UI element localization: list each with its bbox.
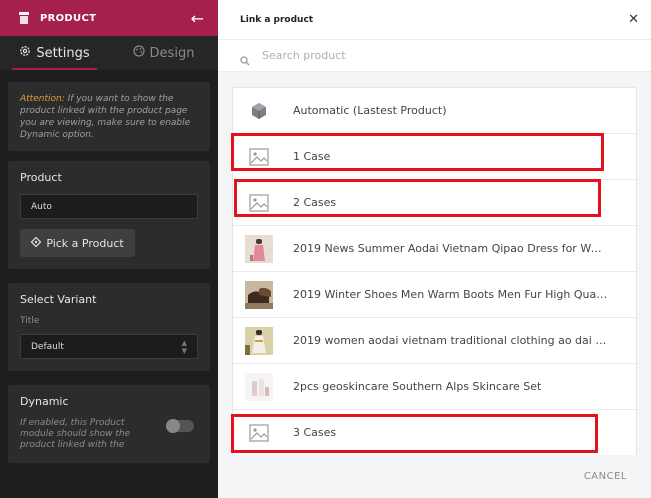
variant-section-title: Select Variant (20, 293, 97, 306)
modal-footer: CANCEL (218, 455, 651, 498)
modal-header: Link a product ✕ (218, 0, 651, 40)
product-thumbnail (245, 372, 273, 401)
list-item[interactable]: 2 Cases (233, 180, 636, 226)
dynamic-section-title: Dynamic (20, 395, 69, 408)
modal-title: Link a product (240, 14, 314, 25)
list-item[interactable]: 2019 Winter Shoes Men Warm Boots Men Fur… (233, 272, 636, 318)
box-icon (245, 97, 273, 125)
pick-product-button[interactable]: Pick a Product (20, 229, 135, 257)
product-field-value: Auto (31, 201, 52, 212)
product-section: Product Auto Pick a Product (8, 161, 210, 269)
chevron-updown-icon: ▲ ▼ (181, 338, 187, 355)
tab-design[interactable]: Design (109, 36, 218, 70)
image-placeholder-icon (245, 419, 273, 447)
list-item[interactable]: Automatic (Lastest Product) (233, 88, 636, 134)
product-list: Automatic (Lastest Product) 1 Case 2 Cas… (232, 87, 637, 456)
cancel-button[interactable]: CANCEL (584, 471, 627, 482)
list-item-name: 2019 News Summer Aodai Vietnam Qipao Dre… (293, 242, 608, 255)
list-item-name: 2019 Winter Shoes Men Warm Boots Men Fur… (293, 288, 608, 301)
palette-icon (132, 45, 145, 61)
list-item[interactable]: 2pcs geoskincare Southern Alps Skincare … (233, 364, 636, 410)
product-thumbnail (245, 234, 273, 263)
search-input[interactable] (262, 49, 629, 62)
variant-select[interactable]: Default ▲ ▼ (20, 334, 198, 359)
list-item-name: 2 Cases (293, 196, 337, 209)
link-product-modal: Link a product ✕ Automatic (Lastest Prod… (218, 0, 651, 498)
panel-header: PRODUCT ← (0, 0, 218, 36)
search-bar (218, 40, 651, 72)
product-section-title: Product (20, 171, 62, 184)
list-item[interactable]: 3 Cases (233, 410, 636, 456)
list-item[interactable]: 1 Case (233, 134, 636, 180)
search-icon (240, 51, 250, 65)
tab-settings[interactable]: Settings (0, 36, 109, 70)
tab-design-label: Design (149, 45, 195, 61)
list-item-name: 2pcs geoskincare Southern Alps Skincare … (293, 380, 542, 393)
diamond-move-icon (30, 236, 42, 250)
product-settings-panel: PRODUCT ← Settings Design Attention: If … (0, 0, 218, 498)
gear-icon (19, 45, 31, 61)
list-item[interactable]: 2019 women aodai vietnam traditional clo… (233, 318, 636, 364)
dynamic-description: If enabled, this Product module should s… (20, 418, 131, 450)
panel-title: PRODUCT (40, 12, 97, 24)
pick-product-label: Pick a Product (46, 236, 124, 250)
list-item-name: Automatic (Lastest Product) (293, 104, 447, 117)
list-item[interactable]: 2019 News Summer Aodai Vietnam Qipao Dre… (233, 226, 636, 272)
product-field[interactable]: Auto (20, 194, 198, 219)
dynamic-row: If enabled, this Product module should s… (20, 418, 198, 451)
product-icon (16, 10, 32, 26)
product-list-container: Automatic (Lastest Product) 1 Case 2 Cas… (218, 72, 651, 456)
variant-select-value: Default (31, 341, 64, 352)
product-thumbnail (245, 326, 273, 355)
list-item-name: 3 Cases (293, 426, 337, 439)
list-item-name: 1 Case (293, 150, 331, 163)
image-placeholder-icon (245, 143, 273, 171)
variant-sub-label: Title (20, 316, 40, 326)
tab-settings-label: Settings (36, 45, 90, 61)
list-item-name: 2019 women aodai vietnam traditional clo… (293, 334, 608, 347)
close-icon[interactable]: ✕ (628, 12, 639, 27)
dynamic-section: Dynamic If enabled, this Product module … (8, 385, 210, 463)
panel-tabs: Settings Design (0, 36, 218, 70)
image-placeholder-icon (245, 189, 273, 217)
dynamic-toggle[interactable] (166, 419, 194, 433)
attention-label: Attention: (20, 94, 65, 104)
variant-section: Select Variant Title Default ▲ ▼ (8, 283, 210, 371)
arrow-left-icon[interactable]: ← (184, 9, 204, 28)
product-thumbnail (245, 280, 273, 309)
attention-note: Attention: If you want to show the produ… (8, 82, 210, 151)
